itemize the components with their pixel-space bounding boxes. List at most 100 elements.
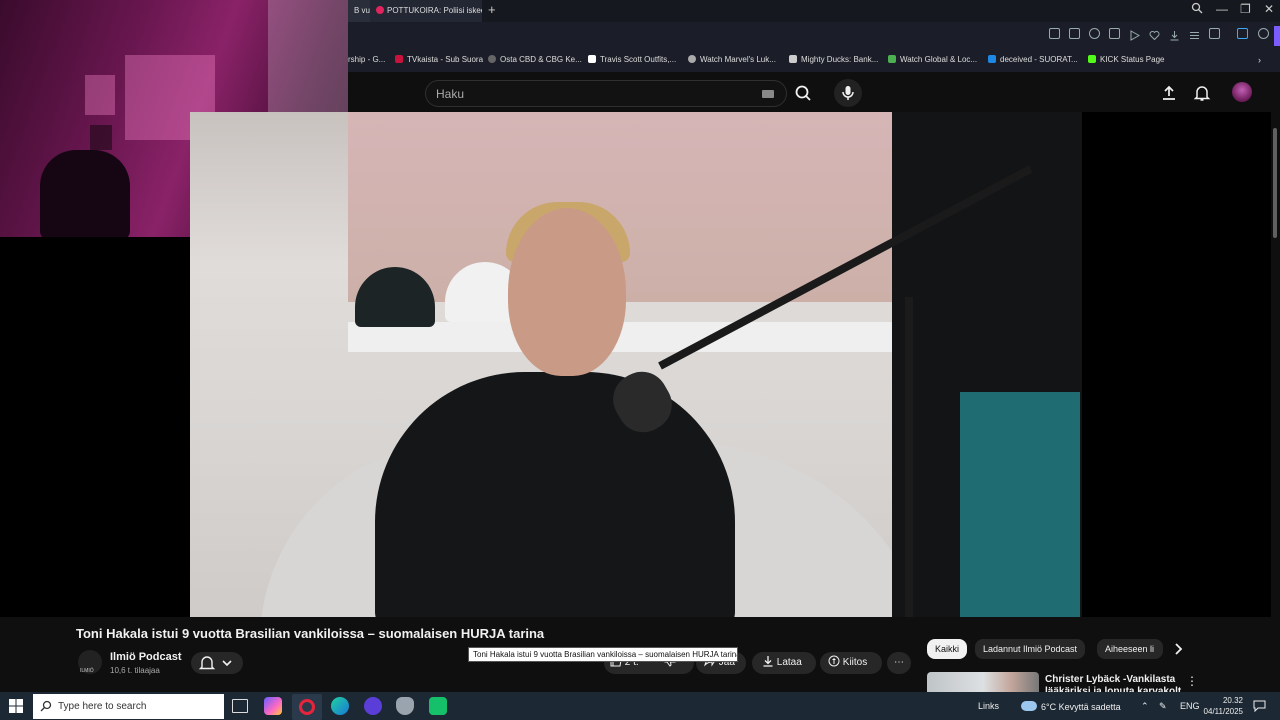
kick-icon (1088, 55, 1096, 63)
bookmark[interactable]: KICK Status Page (1088, 55, 1164, 64)
clock[interactable]: 20.32 04/11/2025 (1203, 695, 1243, 717)
tab-label: POTTUKOIRA: Poliisi iskee (387, 6, 482, 15)
play-icon[interactable] (1129, 28, 1141, 41)
chip-all[interactable]: Kaikki (927, 639, 968, 659)
channel-name[interactable]: Ilmiö Podcast (110, 651, 182, 663)
browser-tab[interactable]: B vu (348, 0, 370, 22)
edge-icon[interactable] (331, 697, 349, 715)
weather-text: 6°C Kevyttä sadetta (1041, 702, 1121, 712)
bookmark-label: TVkaista - Sub Suora (407, 55, 484, 64)
bookmark-label: Watch Marvel's Luk... (700, 55, 776, 64)
page-scrollbar[interactable] (1271, 112, 1280, 692)
heart-icon[interactable] (1149, 28, 1160, 41)
thanks-label: Kiitos (842, 657, 868, 668)
pen-icon[interactable]: ✎ (1159, 701, 1167, 712)
chip-related[interactable]: Aiheeseen li (1097, 639, 1163, 659)
user-avatar[interactable] (1232, 82, 1252, 102)
cbd-icon (488, 55, 496, 63)
gaming-chair (40, 150, 130, 237)
video-player[interactable] (190, 112, 1082, 617)
menu-icon[interactable] (1189, 28, 1200, 39)
search-button[interactable] (787, 80, 821, 107)
minimize-button[interactable]: — (1216, 2, 1228, 16)
bookmark[interactable]: TVkaista - Sub Suora (395, 55, 483, 64)
extension-icon[interactable] (1109, 28, 1120, 39)
bookmarks-overflow-icon[interactable]: › (1258, 55, 1261, 65)
links-toolbar[interactable]: Links (978, 701, 999, 711)
opera-taskbar-button[interactable] (292, 694, 322, 720)
new-tab-button[interactable]: + (488, 2, 496, 17)
thanks-icon (828, 655, 840, 667)
bookmark-label: Osta CBD & CBG Ke... (500, 55, 582, 64)
edit-icon[interactable] (1049, 28, 1060, 39)
download-icon (763, 656, 773, 667)
camera-icon[interactable] (1069, 28, 1080, 39)
voice-search-button[interactable] (834, 79, 862, 107)
tray-overflow-icon[interactable]: ⌃ (1141, 701, 1149, 712)
bookmark[interactable]: deceived - SUORAT... (988, 55, 1078, 64)
messenger-icon[interactable] (364, 697, 382, 715)
keyboard-icon[interactable] (762, 90, 774, 98)
copilot-icon[interactable] (264, 697, 282, 715)
recommendation-thumbnail[interactable] (927, 672, 1039, 692)
search-input[interactable]: Haku (436, 87, 464, 101)
clock-time: 20.32 (1222, 696, 1243, 705)
search-tabs-icon[interactable] (1191, 2, 1203, 17)
bell-icon (198, 656, 216, 670)
chip-uploaded-by-channel[interactable]: Ladannut Ilmiö Podcast (975, 639, 1086, 659)
close-button[interactable]: ✕ (1264, 2, 1274, 16)
global-icon (888, 55, 896, 63)
search-bar[interactable]: Haku (425, 80, 787, 107)
channel-avatar[interactable]: ILMIÖ (78, 650, 102, 674)
task-view-icon[interactable] (232, 699, 248, 713)
lock-icon[interactable] (1209, 28, 1220, 39)
bookmark[interactable]: Mighty Ducks: Bank... (789, 55, 878, 64)
bookmark-label: Watch Global & Loc... (900, 55, 978, 64)
language-indicator[interactable]: ENG (1180, 701, 1200, 711)
app-icon[interactable] (429, 697, 447, 715)
taskbar-search[interactable]: Type here to search (33, 694, 224, 719)
taskbar-search-input[interactable]: Type here to search (58, 701, 146, 712)
subscription-button[interactable] (191, 652, 243, 674)
bookmark-label: rship - G... (348, 55, 386, 64)
upload-icon[interactable] (1160, 84, 1178, 102)
chevron-down-icon (222, 660, 232, 667)
security-shield-icon[interactable] (396, 697, 414, 715)
letterbox-left (0, 237, 190, 617)
bell-icon[interactable] (1193, 84, 1211, 102)
sidebar-accent (1274, 26, 1280, 46)
search-icon (795, 85, 811, 101)
opera-icon (299, 699, 315, 715)
bookmark-label: Travis Scott Outfits,... (600, 55, 677, 64)
marvel-icon (688, 55, 696, 63)
more-vert-icon[interactable]: ⋮ (1186, 674, 1198, 688)
video-title: Toni Hakala istui 9 vuotta Brasilian van… (76, 626, 545, 641)
download-icon[interactable] (1169, 28, 1180, 41)
thanks-button[interactable]: Kiitos (820, 652, 882, 674)
scrollbar-thumb[interactable] (1273, 128, 1277, 238)
weather-widget[interactable]: 6°C Kevyttä sadetta (1021, 701, 1121, 712)
more-actions-button[interactable]: ⋯ (887, 652, 911, 674)
cloud-icon (1021, 701, 1037, 711)
chevron-right-icon[interactable] (1172, 641, 1186, 662)
bookmark-label: KICK Status Page (1100, 55, 1165, 64)
bookmark-label: deceived - SUORAT... (1000, 55, 1078, 64)
bookmark[interactable]: Watch Marvel's Luk... (688, 55, 776, 64)
restore-button[interactable]: ❐ (1240, 2, 1251, 16)
clock-date: 04/11/2025 (1203, 707, 1243, 716)
search-icon (40, 700, 52, 712)
bookmark[interactable]: Travis Scott Outfits,... (588, 55, 676, 64)
browser-tab-active[interactable]: POTTUKOIRA: Poliisi iskee (370, 0, 482, 22)
settings-icon[interactable] (1258, 28, 1269, 39)
screen: { "browser": { "tabs": [ {"label": "B vu… (0, 0, 1280, 720)
translate-icon[interactable] (1237, 28, 1248, 39)
bookmark[interactable]: Watch Global & Loc... (888, 55, 977, 64)
bookmark[interactable]: rship - G... (348, 55, 385, 64)
recommendation-title[interactable]: Christer Lybäck -Vankilasta lääkäriksi j… (1045, 674, 1185, 692)
mic-icon (842, 86, 854, 100)
bookmark[interactable]: Osta CBD & CBG Ke... (488, 55, 582, 64)
windows-start-icon[interactable] (9, 699, 23, 713)
notification-icon[interactable] (1253, 699, 1266, 714)
download-button[interactable]: Lataa (752, 652, 816, 674)
shield-icon[interactable] (1089, 28, 1100, 39)
